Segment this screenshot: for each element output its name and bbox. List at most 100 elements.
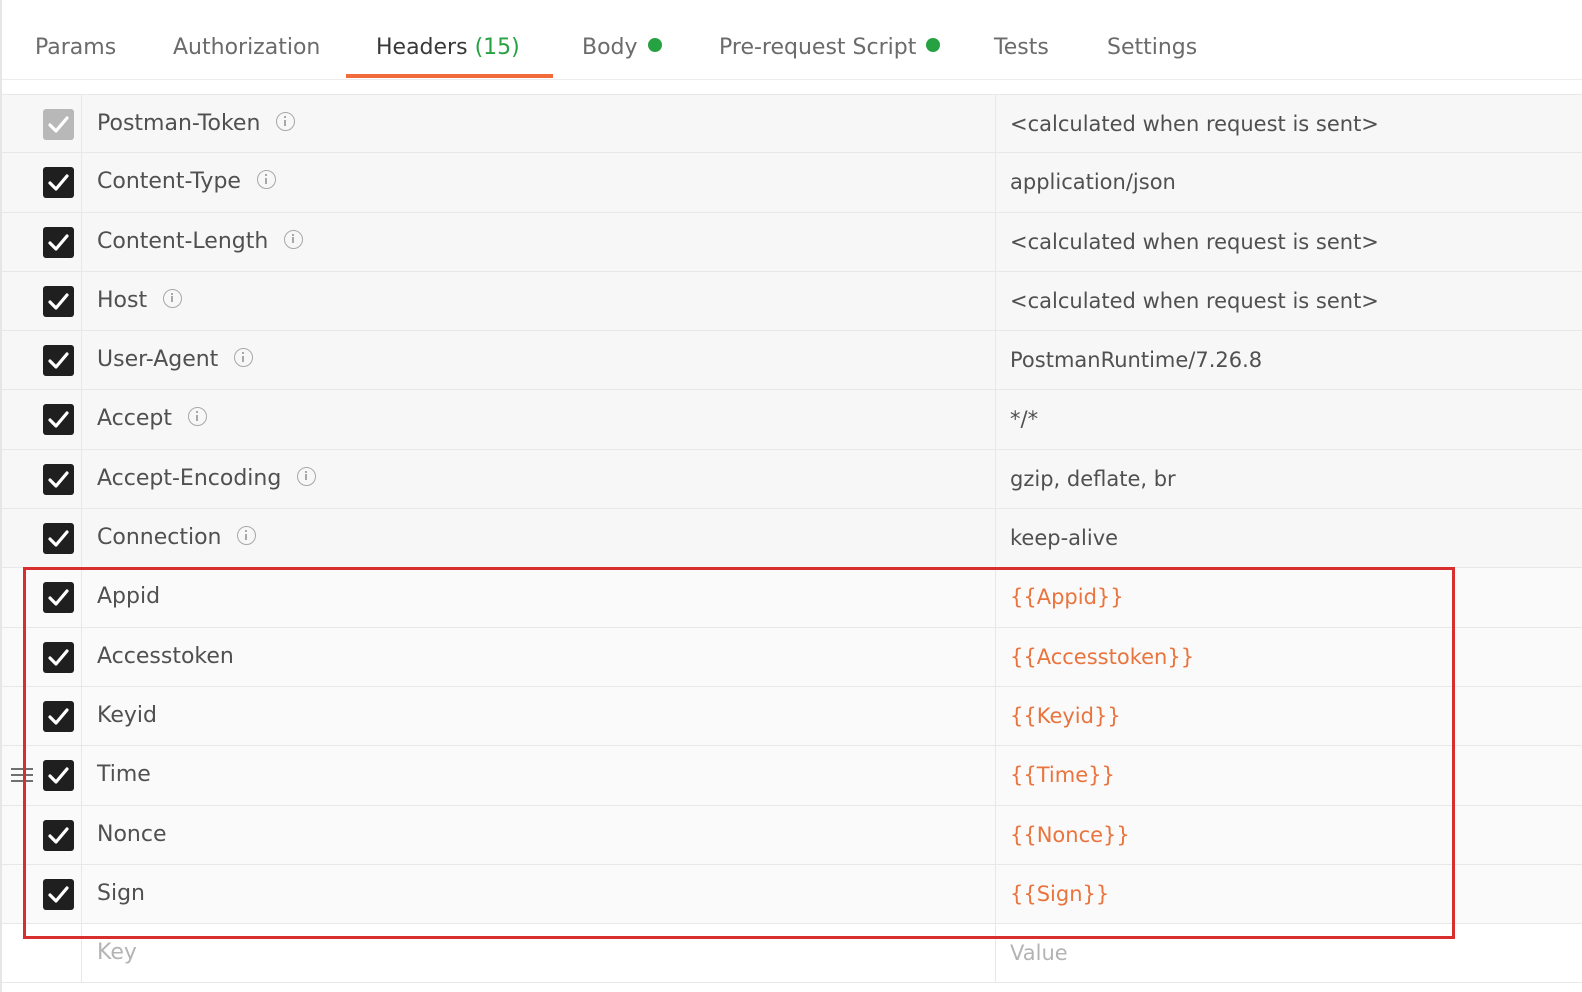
header-value-cell[interactable]: {{Keyid}} xyxy=(996,687,1582,745)
info-icon[interactable] xyxy=(284,229,304,249)
header-value-cell[interactable]: {{Appid}} xyxy=(996,568,1582,626)
tab-params[interactable]: Params xyxy=(35,0,116,80)
info-icon[interactable] xyxy=(297,466,317,486)
header-value: <calculated when request is sent> xyxy=(1010,288,1379,313)
tab-pre-request-script[interactable]: Pre-request Script xyxy=(719,0,941,80)
header-value-cell[interactable]: <calculated when request is sent> xyxy=(996,95,1582,152)
row-select-cell xyxy=(2,331,82,390)
header-value: <calculated when request is sent> xyxy=(1010,229,1379,254)
drag-handle-icon[interactable] xyxy=(10,763,34,787)
header-value-cell[interactable]: gzip, deflate, br xyxy=(996,450,1582,508)
header-value-cell[interactable]: application/json xyxy=(996,153,1582,211)
header-key-cell[interactable]: Postman-Token xyxy=(82,95,996,153)
header-key: Keyid xyxy=(97,702,157,728)
tab-tests[interactable]: Tests xyxy=(994,0,1049,80)
header-enabled-checkbox[interactable] xyxy=(43,523,74,555)
tab-headers[interactable]: Headers (15) xyxy=(376,0,520,80)
new-value-input[interactable]: Value xyxy=(996,924,1582,982)
header-row: Host <calculated when request is sent> xyxy=(2,271,1582,332)
header-row: Time {{Time}} xyxy=(2,746,1582,806)
header-key: Nonce xyxy=(97,821,167,847)
header-key: Accept xyxy=(97,406,172,432)
header-value-cell[interactable]: PostmanRuntime/7.26.8 xyxy=(996,331,1582,389)
tab-label: Tests xyxy=(994,35,1049,60)
header-key-cell[interactable]: Keyid xyxy=(82,686,996,746)
header-enabled-checkbox[interactable] xyxy=(43,285,74,317)
header-enabled-checkbox[interactable] xyxy=(43,819,74,851)
info-icon[interactable] xyxy=(256,170,276,190)
header-key-cell[interactable]: Content-Type xyxy=(82,153,996,212)
header-value-cell[interactable]: <calculated when request is sent> xyxy=(996,213,1582,271)
tab-settings[interactable]: Settings xyxy=(1107,0,1197,80)
header-row: User-Agent PostmanRuntime/7.26.8 xyxy=(2,331,1582,391)
header-value-cell[interactable]: {{Nonce}} xyxy=(996,806,1582,864)
tab-label: Pre-request Script xyxy=(719,35,917,60)
header-enabled-checkbox[interactable] xyxy=(43,582,74,614)
header-key-cell[interactable]: Host xyxy=(82,271,996,331)
header-key-cell[interactable]: User-Agent xyxy=(82,331,996,390)
header-value: PostmanRuntime/7.26.8 xyxy=(1010,348,1263,373)
value-placeholder: Value xyxy=(1010,941,1068,966)
header-key-cell[interactable]: Connection xyxy=(82,509,996,568)
header-key: Postman-Token xyxy=(97,111,261,136)
header-enabled-checkbox[interactable] xyxy=(43,345,74,377)
header-enabled-checkbox[interactable] xyxy=(43,700,74,732)
row-select-cell xyxy=(2,212,82,271)
header-enabled-checkbox[interactable] xyxy=(43,641,74,673)
row-select-cell xyxy=(2,390,82,449)
header-row: Content-Type application/json xyxy=(2,153,1582,213)
header-key-cell[interactable]: Appid xyxy=(82,568,996,627)
header-value: <calculated when request is sent> xyxy=(1010,112,1379,136)
header-value-cell[interactable]: {{Time}} xyxy=(996,746,1582,804)
new-header-row: Key Value xyxy=(2,924,1582,984)
header-enabled-checkbox[interactable] xyxy=(43,760,74,792)
header-enabled-checkbox[interactable] xyxy=(43,878,74,910)
header-enabled-checkbox xyxy=(43,109,74,140)
header-key-cell[interactable]: Content-Length xyxy=(82,212,996,271)
header-key: Content-Type xyxy=(97,169,241,195)
header-enabled-checkbox[interactable] xyxy=(43,226,74,258)
header-value-cell[interactable]: keep-alive xyxy=(996,509,1582,567)
row-select-cell xyxy=(2,627,82,686)
header-key-cell[interactable]: Accesstoken xyxy=(82,627,996,686)
header-row: Appid {{Appid}} xyxy=(2,568,1582,628)
header-key-cell[interactable]: Accept-Encoding xyxy=(82,449,996,509)
header-row: Accept-Encoding gzip, deflate, br xyxy=(2,449,1582,510)
row-select-cell xyxy=(2,153,82,212)
header-key-cell[interactable]: Accept xyxy=(82,390,996,449)
header-value-cell[interactable]: */* xyxy=(996,390,1582,448)
tab-label: Body xyxy=(582,35,638,60)
header-value-cell[interactable]: {{Sign}} xyxy=(996,865,1582,923)
new-key-input[interactable]: Key xyxy=(82,924,996,983)
header-row: Accept */* xyxy=(2,390,1582,450)
tab-authorization[interactable]: Authorization xyxy=(173,0,320,80)
header-key: User-Agent xyxy=(97,347,219,373)
headers-table: Postman-Token <calculated when request is… xyxy=(2,94,1582,984)
info-icon[interactable] xyxy=(187,407,207,427)
info-icon[interactable] xyxy=(163,288,183,308)
header-enabled-checkbox[interactable] xyxy=(43,463,74,495)
header-value-cell[interactable]: <calculated when request is sent> xyxy=(996,272,1582,330)
request-tabs: Params Authorization Headers (15) Body P… xyxy=(2,0,1582,80)
header-enabled-checkbox[interactable] xyxy=(43,404,74,436)
info-icon[interactable] xyxy=(234,348,254,368)
tab-body[interactable]: Body xyxy=(582,0,662,80)
header-key: Accesstoken xyxy=(97,643,234,669)
header-value: {{Sign}} xyxy=(1010,881,1110,906)
header-value-cell[interactable]: {{Accesstoken}} xyxy=(996,628,1582,686)
header-key: Accept-Encoding xyxy=(97,465,282,491)
header-enabled-checkbox[interactable] xyxy=(43,167,74,199)
modified-dot-icon xyxy=(647,38,662,52)
header-row: Nonce {{Nonce}} xyxy=(2,805,1582,865)
row-select-cell xyxy=(2,686,82,746)
header-key-cell[interactable]: Sign xyxy=(82,864,996,924)
header-key-cell[interactable]: Nonce xyxy=(82,805,996,864)
info-icon[interactable] xyxy=(276,112,296,131)
header-key: Connection xyxy=(97,525,222,551)
info-icon[interactable] xyxy=(237,526,257,546)
header-key-cell[interactable]: Time xyxy=(82,746,996,805)
row-select-cell xyxy=(2,805,82,864)
header-value: {{Appid}} xyxy=(1010,585,1124,610)
header-count-badge: (15) xyxy=(474,35,520,60)
row-select-cell xyxy=(2,864,82,924)
